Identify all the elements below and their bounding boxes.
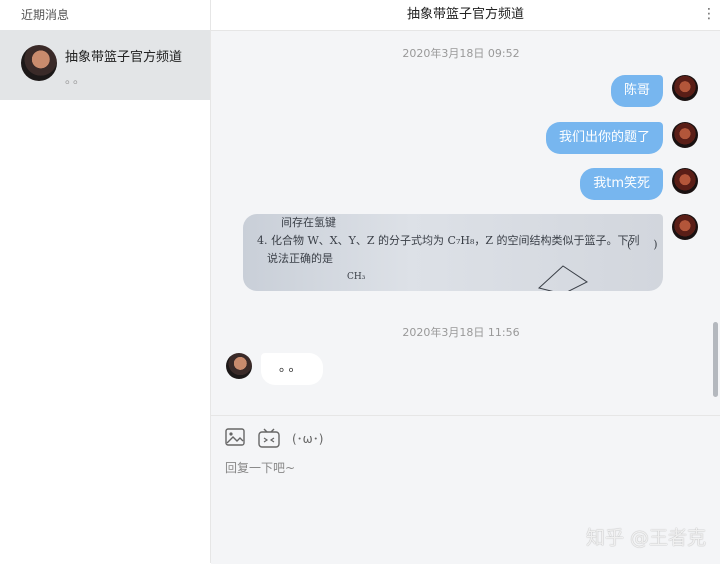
reply-input[interactable]: 回复一下吧~ <box>225 459 295 476</box>
incoming-message: 。。 <box>261 353 323 385</box>
chat-title: 抽象带篮子官方频道 <box>406 7 524 22</box>
image-message[interactable]: 间存在氢键 4. 化合物 W、X、Y、Z 的分子式均为 C₇H₈，Z 的空间结构… <box>243 214 663 291</box>
tv-emoji-icon[interactable] <box>258 428 280 450</box>
scrollbar[interactable] <box>713 322 718 397</box>
conversation-avatar <box>21 45 57 81</box>
image-icon[interactable] <box>225 428 245 450</box>
avatar[interactable] <box>672 168 698 194</box>
image-text-line: 间存在氢键 <box>281 216 336 229</box>
chat-header: 抽象带篮子官方频道 ⋮ <box>211 0 720 31</box>
conversation-title: 抽象带篮子官方频道 <box>65 50 183 65</box>
avatar[interactable] <box>672 122 698 148</box>
avatar[interactable] <box>672 214 698 240</box>
timestamp: 2020年3月18日 11:56 <box>402 326 520 339</box>
watermark: 知乎 @王者克 <box>585 527 706 549</box>
timestamp: 2020年3月18日 09:52 <box>402 47 520 60</box>
composer: (･ω･) 回复一下吧~ 知乎 @王者克 <box>211 415 720 564</box>
conversation-item[interactable]: 抽象带篮子官方频道 。。 <box>0 30 210 100</box>
image-text-line: ( ) <box>627 238 658 251</box>
outgoing-message: 我们出你的题了 <box>545 122 663 154</box>
sidebar-header: 近期消息 <box>0 0 210 31</box>
more-vertical-icon[interactable]: ⋮ <box>702 0 716 30</box>
outgoing-message: 我tm笑死 <box>580 168 663 200</box>
image-text-line: 说法正确的是 <box>267 252 333 265</box>
avatar[interactable] <box>672 75 698 101</box>
image-text-line: 4. 化合物 W、X、Y、Z 的分子式均为 C₇H₈，Z 的空间结构类似于篮子。… <box>257 234 640 247</box>
sidebar: 近期消息 抽象带篮子官方频道 。。 <box>0 0 211 563</box>
image-text-line: CH₃ <box>347 272 366 282</box>
basket-structure-icon <box>537 265 588 291</box>
outgoing-message: 陈哥 <box>610 75 663 107</box>
conversation-preview: 。。 <box>65 72 88 86</box>
avatar[interactable] <box>226 353 252 379</box>
kaomoji-button[interactable]: (･ω･) <box>292 428 323 450</box>
chat-panel: 抽象带篮子官方频道 ⋮ 2020年3月18日 09:52 陈哥 我们出你的题了 … <box>211 0 720 564</box>
